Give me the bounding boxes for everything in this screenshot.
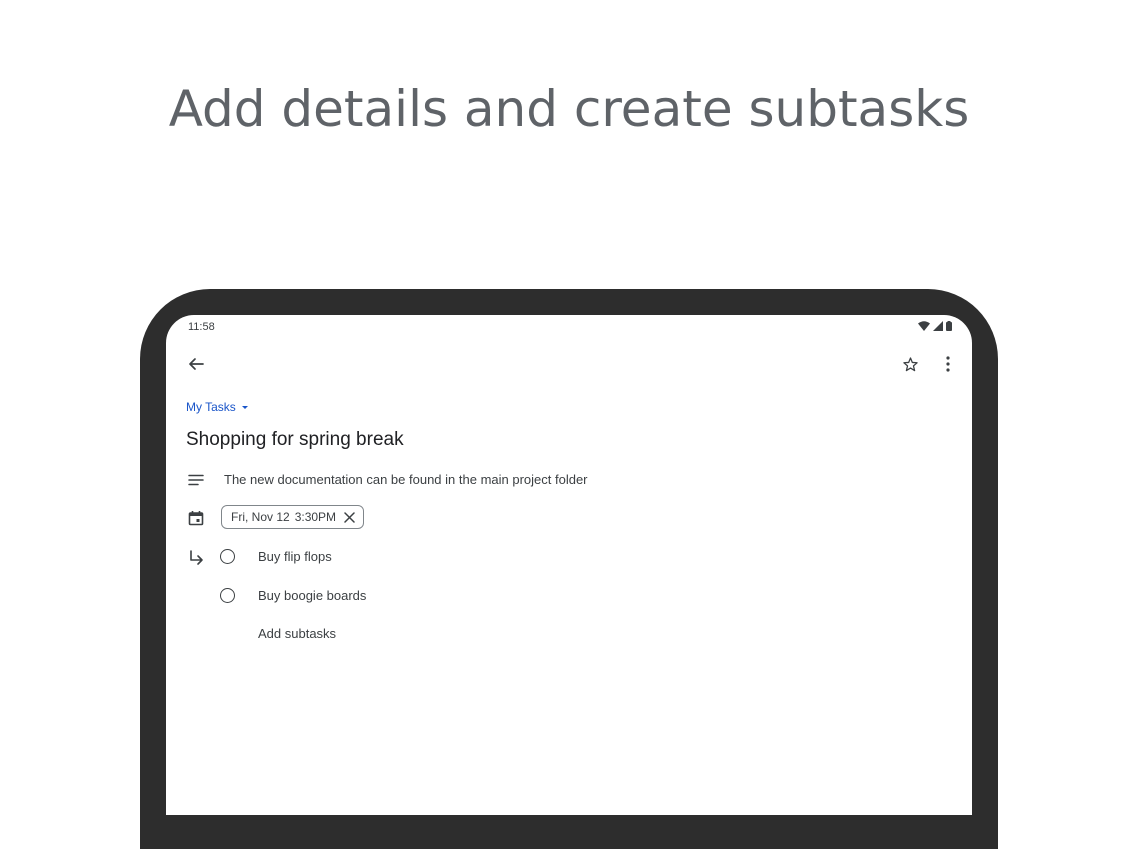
date-chip[interactable]: Fri, Nov 12 3:30PM — [221, 505, 365, 529]
details-row-icon — [186, 470, 206, 490]
dropdown-icon — [241, 406, 248, 409]
subtask-checkbox[interactable] — [220, 549, 235, 564]
date-row-icon — [186, 508, 206, 528]
more-options-button[interactable] — [934, 350, 962, 378]
subtask-item: Buy flip flops — [220, 549, 332, 564]
list-selector-label: My Tasks — [186, 400, 236, 414]
subtask-label[interactable]: Buy boogie boards — [258, 588, 366, 603]
back-button[interactable] — [182, 350, 210, 378]
star-button[interactable] — [896, 350, 924, 378]
subtasks-row-icon — [186, 548, 206, 568]
subtask-checkbox[interactable] — [220, 588, 235, 603]
notes-icon — [188, 474, 204, 486]
calendar-icon — [188, 511, 204, 526]
more-vert-icon — [946, 356, 950, 372]
date-chip-date: Fri, Nov 12 — [231, 510, 290, 524]
headline: Add details and create subtasks — [168, 80, 970, 138]
star-outline-icon — [902, 356, 918, 371]
task-title[interactable]: Shopping for spring break — [186, 429, 404, 451]
battery-icon — [946, 321, 952, 331]
close-icon — [344, 511, 355, 523]
arrow-back-icon — [189, 358, 204, 370]
status-icons — [918, 321, 952, 331]
subtask-item: Buy boogie boards — [220, 588, 366, 603]
add-subtasks-button[interactable]: Add subtasks — [258, 626, 336, 641]
clear-date-button[interactable] — [344, 511, 355, 523]
app-screen: 11:58 My Tasks Shopping for spring break… — [166, 315, 972, 815]
signal-icon — [933, 321, 943, 331]
list-selector[interactable]: My Tasks — [186, 400, 250, 414]
task-details[interactable]: The new documentation can be found in th… — [224, 472, 588, 487]
subtask-label[interactable]: Buy flip flops — [258, 549, 332, 564]
date-chip-time: 3:30PM — [294, 510, 337, 524]
status-time: 11:58 — [188, 321, 215, 333]
subdirectory-arrow-icon — [190, 550, 203, 565]
wifi-icon — [918, 321, 930, 331]
